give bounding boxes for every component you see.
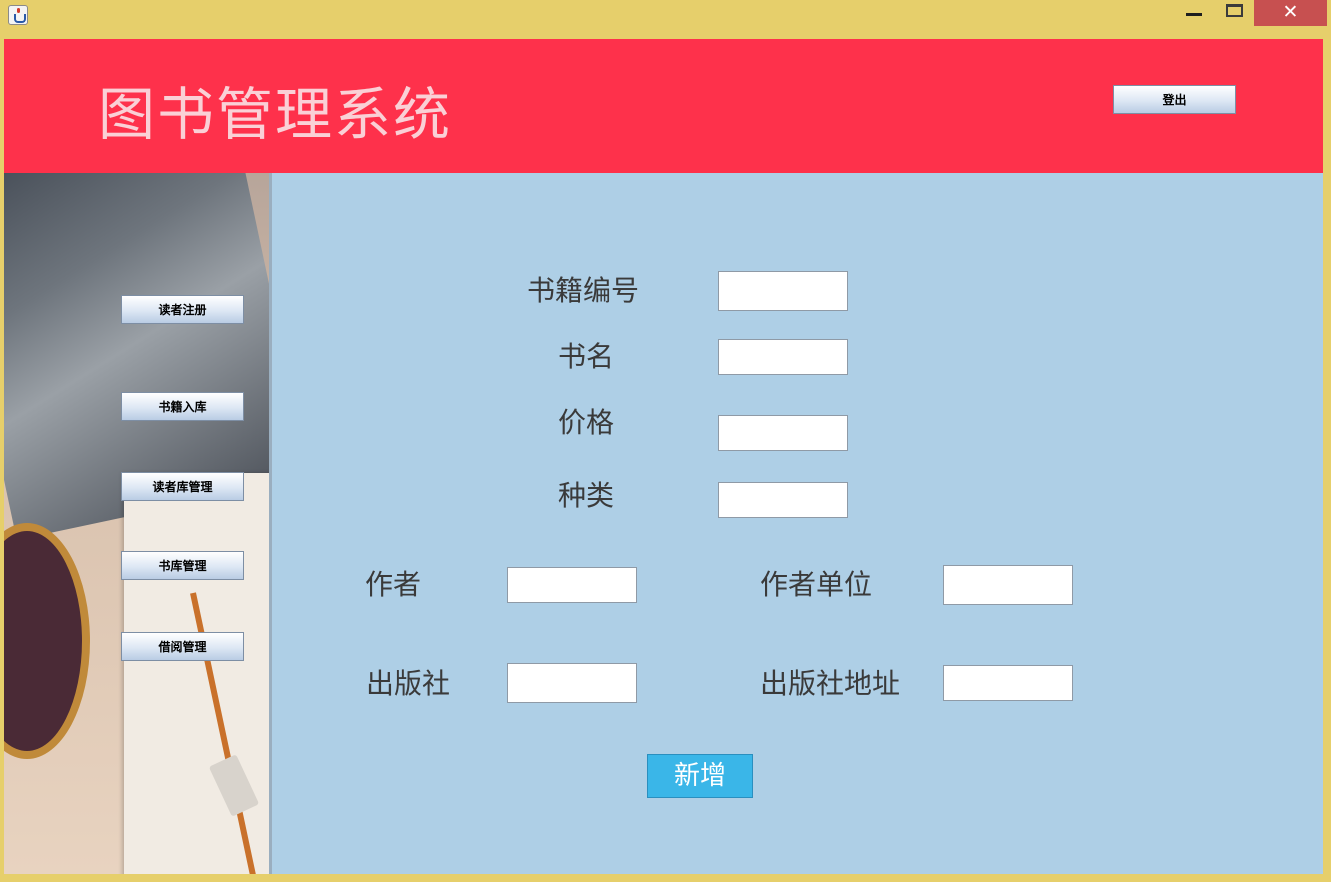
book-stock-in-button[interactable]: 书籍入库 xyxy=(121,392,244,421)
author-unit-input[interactable] xyxy=(943,565,1073,605)
sidebar-photo-pot xyxy=(4,523,90,759)
publisher-address-input[interactable] xyxy=(943,665,1073,701)
publisher-address-label: 出版社地址 xyxy=(760,667,901,700)
borrow-management-button[interactable]: 借阅管理 xyxy=(121,632,244,661)
price-label: 价格 xyxy=(558,406,615,439)
author-label: 作者 xyxy=(365,568,422,601)
author-unit-label: 作者单位 xyxy=(760,568,873,601)
book-title-label: 书名 xyxy=(558,340,615,373)
price-input[interactable] xyxy=(718,415,848,451)
reader-register-button[interactable]: 读者注册 xyxy=(121,295,244,324)
java-app-icon[interactable] xyxy=(8,5,28,25)
minimize-button[interactable] xyxy=(1186,13,1202,16)
book-id-input[interactable] xyxy=(718,271,848,311)
sidebar: 读者注册 书籍入库 读者库管理 书库管理 借阅管理 xyxy=(4,173,272,874)
book-id-label: 书籍编号 xyxy=(527,274,640,307)
book-title-input[interactable] xyxy=(718,339,848,375)
publisher-input[interactable] xyxy=(507,663,637,703)
reader-management-button[interactable]: 读者库管理 xyxy=(121,472,244,501)
publisher-label: 出版社 xyxy=(366,667,451,700)
category-label: 种类 xyxy=(558,479,615,512)
category-input[interactable] xyxy=(718,482,848,518)
header-banner: 图书管理系统 登出 xyxy=(4,39,1323,173)
library-management-button[interactable]: 书库管理 xyxy=(121,551,244,580)
app-title: 图书管理系统 xyxy=(98,82,452,148)
logout-button[interactable]: 登出 xyxy=(1113,85,1236,114)
window-title-bar: ✕ xyxy=(0,0,1331,38)
maximize-button[interactable] xyxy=(1226,4,1243,17)
close-button[interactable]: ✕ xyxy=(1254,0,1327,26)
sidebar-photo-notepad xyxy=(124,473,269,874)
main-window: 图书管理系统 登出 读者注册 书籍入库 读者库管理 书库管理 借阅管理 书籍编号… xyxy=(4,39,1323,874)
add-book-button[interactable]: 新增 xyxy=(647,754,753,798)
author-input[interactable] xyxy=(507,567,637,603)
